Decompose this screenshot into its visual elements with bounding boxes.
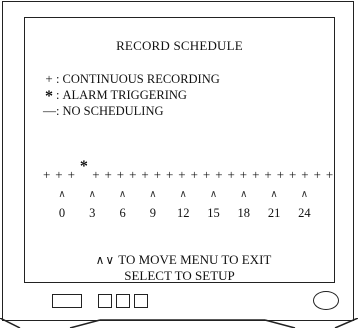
hour-caret: ∧: [179, 189, 187, 200]
schedule-slot[interactable]: +: [117, 168, 124, 182]
hour-label: 6: [119, 206, 126, 220]
schedule-slot[interactable]: +: [166, 168, 173, 182]
schedule-legend: + : CONTINUOUS RECORDING * : ALARM TRIGG…: [43, 71, 220, 119]
schedule-slot[interactable]: +: [141, 168, 148, 182]
hour-caret: ∧: [300, 189, 309, 200]
schedule-slot[interactable]: +: [203, 168, 210, 182]
hour-label: 12: [176, 206, 190, 220]
legend-separator: :: [56, 72, 60, 86]
instruction-line-2: SELECT TO SETUP: [124, 268, 235, 283]
schedule-slot[interactable]: +: [43, 168, 50, 182]
osd-screen: RECORD SCHEDULE + : CONTINUOUS RECORDING…: [24, 17, 335, 283]
instruction-line-1: ∧∨ TO MOVE MENU TO EXIT: [25, 252, 334, 268]
hour-caret: ∧: [149, 189, 157, 200]
menu-button[interactable]: [52, 294, 82, 308]
hour-caret: ∧: [118, 189, 127, 200]
schedule-slot[interactable]: +: [277, 168, 284, 182]
control-button-1[interactable]: [98, 294, 112, 308]
legend-item-continuous: + : CONTINUOUS RECORDING: [43, 71, 220, 87]
hour-caret: ∧: [209, 189, 218, 200]
hour-labels: 0 3 6 9 12 15 18 21 24: [25, 206, 336, 222]
legend-label-none: NO SCHEDULING: [62, 104, 164, 118]
schedule-slot[interactable]: +: [314, 168, 321, 182]
schedule-slot[interactable]: +: [326, 168, 333, 182]
schedule-slot[interactable]: +: [154, 168, 161, 182]
plus-icon: +: [45, 71, 53, 86]
schedule-slot[interactable]: +: [191, 168, 198, 182]
hour-carets: ∧ ∧ ∧ ∧ ∧ ∧ ∧ ∧ ∧: [25, 190, 336, 202]
hour-caret: ∧: [270, 189, 278, 200]
schedule-slot[interactable]: +: [264, 168, 271, 182]
schedule-slot[interactable]: +: [55, 168, 62, 182]
osd-instructions: ∧∨ TO MOVE MENU TO EXIT SELECT TO SETUP: [25, 252, 334, 283]
monitor: RECORD SCHEDULE + : CONTINUOUS RECORDING…: [0, 0, 358, 328]
schedule-slot[interactable]: +: [68, 168, 75, 182]
legend-item-alarm: * : ALARM TRIGGERING: [43, 87, 220, 105]
hour-caret: ∧: [58, 189, 66, 200]
legend-label-continuous: CONTINUOUS RECORDING: [62, 72, 220, 86]
legend-label-alarm: ALARM TRIGGERING: [62, 88, 187, 102]
up-down-arrows-icon: ∧∨: [95, 253, 116, 267]
monitor-stand: [0, 318, 358, 328]
hour-label: 15: [207, 206, 220, 220]
schedule-timeline[interactable]: + + + * + + + + + + + + + + + + + + + + + + + +: [43, 159, 358, 188]
legend-separator: :: [56, 104, 60, 118]
hour-caret: ∧: [240, 189, 248, 200]
hour-caret: ∧: [88, 189, 96, 200]
schedule-slot[interactable]: +: [105, 168, 112, 182]
asterisk-icon: *: [45, 88, 53, 105]
schedule-slot[interactable]: +: [215, 168, 222, 182]
schedule-slot[interactable]: +: [240, 168, 247, 182]
hour-label: 0: [58, 206, 66, 220]
schedule-slot[interactable]: +: [92, 168, 99, 182]
schedule-slot[interactable]: +: [301, 168, 308, 182]
hour-label: 18: [237, 206, 251, 220]
schedule-slot[interactable]: +: [289, 168, 296, 182]
hour-label: 21: [267, 206, 281, 220]
schedule-slot[interactable]: +: [252, 168, 259, 182]
legend-item-none: — : NO SCHEDULING: [43, 103, 220, 119]
power-button[interactable]: [313, 291, 339, 310]
instruction-text-1: TO MOVE MENU TO EXIT: [118, 252, 272, 267]
hour-label: 9: [149, 206, 157, 220]
dash-icon: —: [43, 103, 56, 118]
hour-label: 3: [89, 206, 96, 220]
schedule-slot[interactable]: +: [178, 168, 185, 182]
schedule-slot[interactable]: +: [228, 168, 235, 182]
schedule-slot[interactable]: +: [129, 168, 136, 182]
page-title: RECORD SCHEDULE: [116, 38, 243, 53]
control-button-2[interactable]: [116, 294, 130, 308]
hour-label: 24: [298, 206, 311, 220]
schedule-slot-alarm[interactable]: *: [80, 159, 88, 175]
legend-separator: :: [56, 88, 60, 102]
control-button-3[interactable]: [134, 294, 148, 308]
